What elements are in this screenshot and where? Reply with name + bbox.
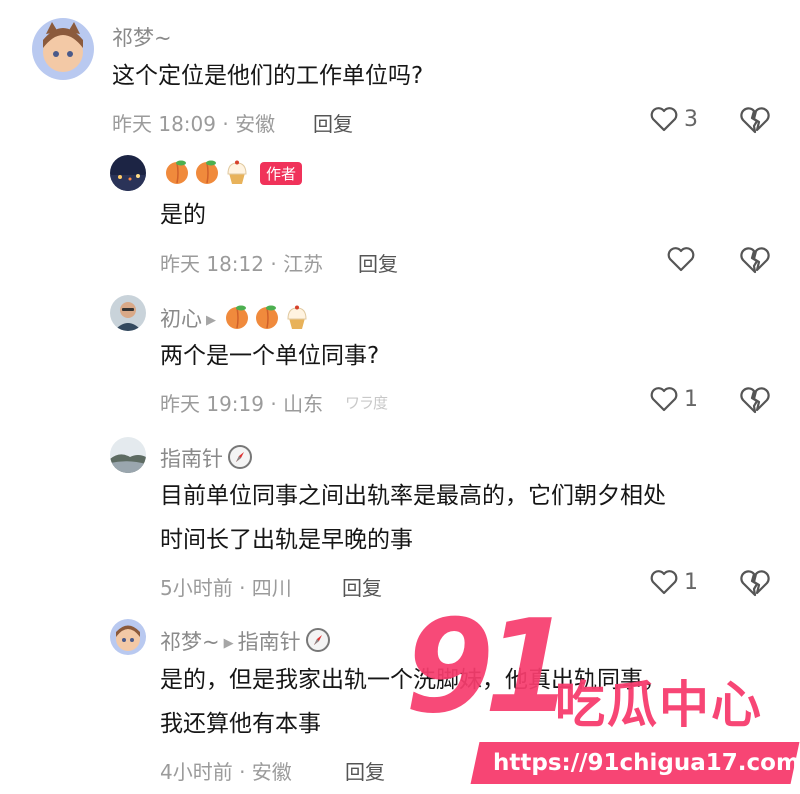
- comment-text: 这个定位是他们的工作单位吗?: [112, 63, 424, 89]
- commenter-name-text: 初心: [160, 307, 202, 331]
- avatar[interactable]: [110, 619, 146, 655]
- like-button[interactable]: 1: [650, 569, 698, 595]
- peach-icon: [164, 159, 190, 190]
- broken-heart-icon[interactable]: [740, 246, 770, 274]
- heart-icon: [667, 247, 695, 272]
- comment-text-line-2: 我还算他有本事: [160, 711, 321, 737]
- comment-text: 两个是一个单位同事?: [160, 343, 380, 369]
- commenter-name-text: 祁梦~: [160, 630, 220, 654]
- comment-time-location: 5小时前 · 四川: [160, 576, 292, 600]
- cupcake-icon: [224, 159, 250, 190]
- comment-text-line-1: 是的，但是我家出轨一个洗脚妹，他真出轨同事，: [160, 667, 666, 693]
- broken-heart-icon[interactable]: [740, 386, 770, 414]
- like-count: 1: [684, 569, 698, 595]
- reply-button[interactable]: 回复: [358, 248, 398, 277]
- heart-icon: [650, 570, 678, 595]
- commenter-name[interactable]: 祁梦~: [112, 22, 172, 52]
- like-button[interactable]: 1: [650, 386, 698, 412]
- reply-arrow-icon: ▶: [223, 636, 234, 651]
- commenter-name[interactable]: 祁梦~ ▶ 指南针: [160, 623, 331, 656]
- cupcake-icon: [284, 304, 310, 335]
- reply-button[interactable]: 回复: [313, 108, 353, 137]
- heart-icon: [650, 107, 678, 132]
- broken-heart-icon[interactable]: [740, 569, 770, 597]
- peach-icon: [194, 159, 220, 190]
- watermark: 91 吃瓜中心 https://91chigua17.com: [405, 604, 800, 794]
- like-button[interactable]: [667, 246, 701, 272]
- peach-icon: [254, 304, 280, 335]
- author-badge: 作者: [260, 162, 303, 185]
- reply-arrow-icon: ▶: [206, 313, 216, 328]
- avatar[interactable]: [110, 295, 146, 331]
- comment-text-line-2: 时间长了出轨是早晚的事: [160, 527, 413, 553]
- watermark-url: https://91chigua17.com: [493, 750, 800, 776]
- avatar[interactable]: [110, 437, 146, 473]
- watermark-url-banner: [470, 742, 800, 784]
- like-count: 1: [684, 386, 698, 412]
- reply-to-name[interactable]: 指南针: [238, 630, 301, 654]
- avatar[interactable]: [32, 18, 94, 80]
- commenter-name[interactable]: 指南针: [160, 440, 253, 473]
- comment-time-location: 4小时前 · 安徽: [160, 760, 292, 784]
- avatar[interactable]: [110, 155, 146, 191]
- comment-text-line-1: 目前单位同事之间出轨率是最高的，它们朝夕相处: [160, 483, 666, 509]
- peach-icon: [224, 304, 250, 335]
- reply-button[interactable]: 回复: [345, 756, 385, 785]
- commenter-name-text: 指南针: [160, 447, 223, 471]
- commenter-name[interactable]: 初心 ▶: [160, 300, 310, 333]
- author-name[interactable]: 作者: [160, 155, 303, 190]
- comment-time-location: 昨天 18:09 · 安徽: [112, 112, 276, 136]
- compass-icon: [305, 627, 331, 658]
- comment-time-location: 昨天 19:19 · 山东: [160, 392, 324, 416]
- comment-time-location: 昨天 18:12 · 江苏: [160, 252, 324, 276]
- broken-heart-icon[interactable]: [740, 106, 770, 134]
- smudged-text: ワラ度: [345, 394, 388, 412]
- compass-icon: [227, 444, 253, 475]
- comment-text: 是的: [160, 202, 206, 228]
- like-button[interactable]: 3: [650, 106, 698, 132]
- reply-button[interactable]: 回复: [342, 572, 382, 601]
- heart-icon: [650, 387, 678, 412]
- like-count: 3: [684, 106, 698, 132]
